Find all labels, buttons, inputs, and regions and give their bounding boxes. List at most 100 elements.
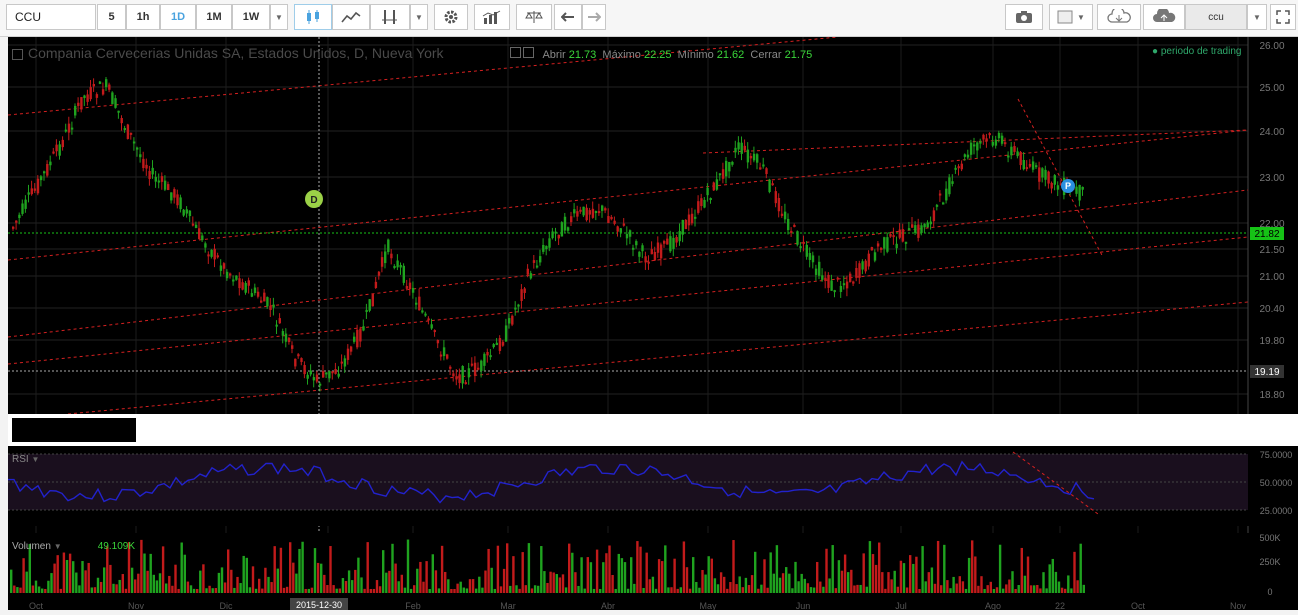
cloud-load-button[interactable] [1097,4,1141,30]
interval-1d[interactable]: 1D [160,4,196,30]
candle [560,222,564,237]
undo-button[interactable] [554,4,582,30]
candle [1025,167,1029,170]
interval-dropdown-button[interactable]: ▼ [270,4,288,30]
volume-bar [515,585,518,593]
volume-bar [180,542,183,593]
candle [938,193,942,196]
scale-button[interactable] [516,4,552,30]
volume-bar [518,588,521,593]
candle [594,211,598,214]
candle [659,244,663,259]
color-theme-button[interactable]: ▼ [1049,4,1093,30]
volume-bar [301,541,304,593]
settings-button[interactable] [434,4,468,30]
time-tick-label: Dic [220,601,233,610]
volume-bar [639,546,642,593]
candle [511,315,514,325]
redo-button[interactable] [582,4,606,30]
candle [901,229,905,242]
chart-area[interactable]: 26.00 25.00 24.00 23.00 22.00 21.50 21.00 20.40… [7,36,1298,611]
candle [92,83,95,87]
candle [1031,161,1035,170]
symbol-input[interactable]: CCU [6,4,96,30]
fullscreen-button[interactable] [1270,4,1296,30]
candle [427,318,430,321]
volume-bar [276,568,279,593]
candle [514,307,517,310]
legend-close-icon[interactable] [523,47,534,58]
candle [39,176,43,181]
volume-bar [400,574,403,593]
candle [284,333,288,342]
layout-name-field[interactable]: ccu [1185,4,1247,30]
volume-bar [927,572,930,593]
legend-settings-icon[interactable] [510,47,521,58]
line-chart-icon [341,11,361,23]
candlestick-style-button[interactable] [294,4,332,30]
chevron-down-icon[interactable]: ▼ [54,542,62,551]
collapse-icon[interactable] [12,48,23,60]
candle [402,265,405,283]
volume-bar [378,586,382,593]
chart-canvas[interactable]: 26.0025.0024.0023.0022.0021.5021.0020.40… [7,36,1298,611]
candle [380,257,384,267]
candle [418,296,421,311]
volume-bar [1002,588,1005,593]
drawing-dropdown-button[interactable]: ▼ [410,4,428,30]
candle [532,260,536,263]
volume-bar [899,560,903,593]
candle [957,166,960,169]
candle [700,198,703,207]
candle [923,223,926,228]
candle [18,214,21,219]
candle [123,128,126,131]
chevron-down-icon[interactable]: ▼ [31,455,39,464]
snapshot-button[interactable] [1005,4,1043,30]
volume-bar [794,561,797,593]
volume-bar [502,568,506,593]
volume-bar [676,588,679,593]
volume-bar [146,570,149,593]
cloud-download-icon [1107,9,1131,23]
candle [238,278,241,289]
interval-1m[interactable]: 1M [196,4,232,30]
candle [669,236,672,252]
candle [542,244,545,252]
candle [557,234,560,239]
volume-bar [413,585,416,593]
candle [461,365,464,384]
volume-bar [183,554,186,593]
candle [935,204,939,207]
candle [672,237,675,249]
layout-dropdown-button[interactable]: ▼ [1247,4,1267,30]
candle [148,171,151,180]
candle [917,224,920,238]
candle [55,144,58,152]
volume-bar [1064,588,1067,593]
candle [225,271,229,279]
interval-5[interactable]: 5 [97,4,126,30]
interval-1h[interactable]: 1h [126,4,160,30]
drawing-tools-button[interactable] [370,4,410,30]
compare-button[interactable] [474,4,510,30]
candle [424,313,427,316]
volume-bar [329,546,332,593]
volume-bar [645,552,648,593]
volume-bar [239,583,242,593]
candle [601,205,604,211]
volume-bar [1073,551,1076,593]
cloud-save-button[interactable] [1143,4,1185,30]
candle [861,261,864,270]
indicators-button[interactable] [332,4,370,30]
volume-bar [90,587,93,593]
candle [759,167,762,170]
volume-bar [605,553,608,593]
fullscreen-icon [1276,10,1290,24]
candle [430,324,433,329]
volume-bar [549,571,552,593]
candle [811,255,815,263]
volume-bar [772,573,775,593]
candle [374,281,378,288]
interval-1w[interactable]: 1W [232,4,270,30]
